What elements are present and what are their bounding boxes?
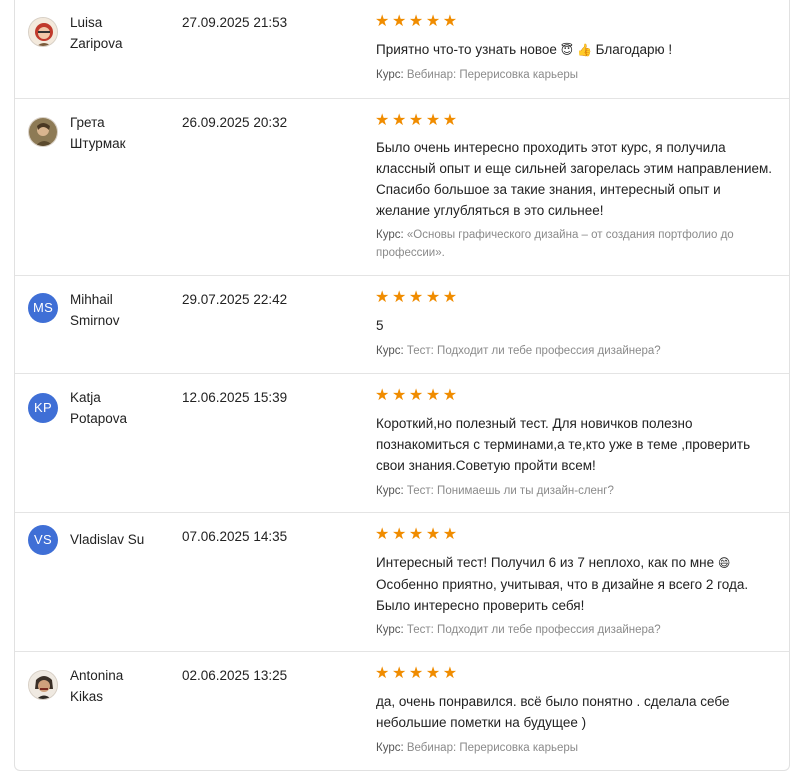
- reviewer-name[interactable]: Грета Штурмак: [70, 112, 170, 154]
- course-link[interactable]: Вебинар: Перерисовка карьеры: [407, 69, 578, 81]
- reviewer-first-name: Antonina: [70, 668, 124, 683]
- course-link[interactable]: Вебинар: Перерисовка карьеры: [407, 742, 578, 754]
- review-date: 12.06.2025 15:39: [182, 390, 288, 405]
- user-avatar[interactable]: MS: [28, 293, 58, 323]
- review-item: MS Mihhail Smirnov 29.07.2025 22:42 ★★★★…: [15, 275, 789, 374]
- review-course: Курс: Вебинар: Перерисовка карьеры: [376, 66, 776, 84]
- review-text: Приятно что-то узнать новое 😇 👍 Благодар…: [376, 39, 776, 61]
- review-date: 27.09.2025 21:53: [182, 15, 288, 30]
- user-avatar[interactable]: KP: [28, 393, 58, 423]
- review-course: Курс: Тест: Понимаешь ли ты дизайн-сленг…: [376, 482, 776, 500]
- review-date: 02.06.2025 13:25: [182, 668, 288, 683]
- reviewer-name[interactable]: Katja Potapova: [70, 387, 170, 429]
- course-link[interactable]: Тест: Понимаешь ли ты дизайн-сленг?: [407, 485, 614, 497]
- review-text: да, очень понравился. всё было понятно .…: [376, 694, 730, 730]
- course-label: Курс:: [376, 229, 404, 241]
- review-item: KP Katja Potapova 12.06.2025 15:39 ★★★★★…: [15, 373, 789, 513]
- review-text-part: Приятно что-то узнать новое: [376, 42, 561, 57]
- review-text-line: Интересный тест! Получил 6 из 7 неплохо,…: [376, 552, 776, 574]
- rating-stars: ★★★★★: [375, 387, 460, 404]
- review-date: 26.09.2025 20:32: [182, 115, 288, 130]
- reviewer-first-name: Luisa: [70, 15, 103, 30]
- review-course: Курс: «Основы графического дизайна – от …: [376, 226, 776, 262]
- rating-stars: ★★★★★: [375, 289, 460, 306]
- review-text: Интересный тест! Получил 6 из 7 неплохо,…: [376, 552, 776, 616]
- course-link[interactable]: Тест: Подходит ли тебе профессия дизайне…: [407, 345, 661, 357]
- grinning-face-icon: 😄: [717, 556, 731, 570]
- reviewer-name[interactable]: Mihhail Smirnov: [70, 289, 170, 331]
- review-date: 29.07.2025 22:42: [182, 292, 288, 307]
- review-text: Было очень интересно проходить этот курс…: [376, 140, 773, 218]
- course-link[interactable]: Тест: Подходит ли тебе профессия дизайне…: [407, 624, 661, 636]
- review-item: Грета Штурмак 26.09.2025 20:32 ★★★★★ Был…: [15, 98, 789, 276]
- rating-stars: ★★★★★: [375, 526, 460, 543]
- course-label: Курс:: [376, 624, 404, 636]
- reviewer-name[interactable]: Luisa Zaripova: [70, 12, 170, 54]
- review-course: Курс: Тест: Подходит ли тебе профессия д…: [376, 621, 776, 639]
- course-link[interactable]: «Основы графического дизайна – от создан…: [376, 229, 734, 259]
- reviewer-name[interactable]: Vladislav Su: [70, 529, 170, 550]
- reviewer-last-name: Kikas: [70, 689, 104, 704]
- user-photo-icon: [29, 671, 57, 699]
- review-text-part: Интересный тест! Получил 6 из 7 неплохо,…: [376, 555, 718, 570]
- reviewer-last-name: Potapova: [70, 411, 128, 426]
- course-label: Курс:: [376, 742, 404, 754]
- course-label: Курс:: [376, 69, 404, 81]
- review-text-part: Особенно приятно, учитывая, что в дизайн…: [376, 577, 749, 613]
- user-avatar[interactable]: [28, 117, 58, 147]
- review-text-part: Благодарю !: [591, 42, 673, 57]
- course-label: Курс:: [376, 485, 404, 497]
- review-date: 07.06.2025 14:35: [182, 529, 288, 544]
- review-text: 5: [376, 318, 384, 333]
- reviewer-name[interactable]: Antonina Kikas: [70, 665, 170, 707]
- reviewer-first-name: Katja: [70, 390, 101, 405]
- review-course: Курс: Вебинар: Перерисовка карьеры: [376, 739, 776, 757]
- user-avatar[interactable]: VS: [28, 525, 58, 555]
- rating-stars: ★★★★★: [375, 112, 460, 129]
- user-avatar[interactable]: [28, 670, 58, 700]
- reviewer-first-name: Mihhail: [70, 292, 113, 307]
- user-avatar[interactable]: [28, 17, 58, 47]
- reviewer-first-name: Грета: [70, 115, 105, 130]
- thumbs-up-icon: 👍: [576, 43, 592, 57]
- reviewer-last-name: Zaripova: [70, 36, 123, 51]
- smile-halo-icon: 😇: [560, 43, 574, 57]
- review-course: Курс: Тест: Подходит ли тебе профессия д…: [376, 342, 776, 360]
- review-item: Antonina Kikas 02.06.2025 13:25 ★★★★★ да…: [15, 651, 789, 772]
- course-label: Курс:: [376, 345, 404, 357]
- review-item: VS Vladislav Su 07.06.2025 14:35 ★★★★★ И…: [15, 512, 789, 652]
- user-photo-icon: [29, 18, 57, 46]
- reviews-list: Luisa Zaripova 27.09.2025 21:53 ★★★★★ Пр…: [14, 0, 790, 771]
- review-text: Короткий,но полезный тест. Для новичков …: [376, 416, 751, 473]
- review-item: Luisa Zaripova 27.09.2025 21:53 ★★★★★ Пр…: [15, 0, 789, 98]
- user-photo-icon: [29, 118, 57, 146]
- reviewer-last-name: Smirnov: [70, 313, 120, 328]
- reviewer-first-name: Vladislav Su: [70, 532, 145, 547]
- rating-stars: ★★★★★: [375, 13, 460, 30]
- reviewer-last-name: Штурмак: [70, 136, 126, 151]
- rating-stars: ★★★★★: [375, 665, 460, 682]
